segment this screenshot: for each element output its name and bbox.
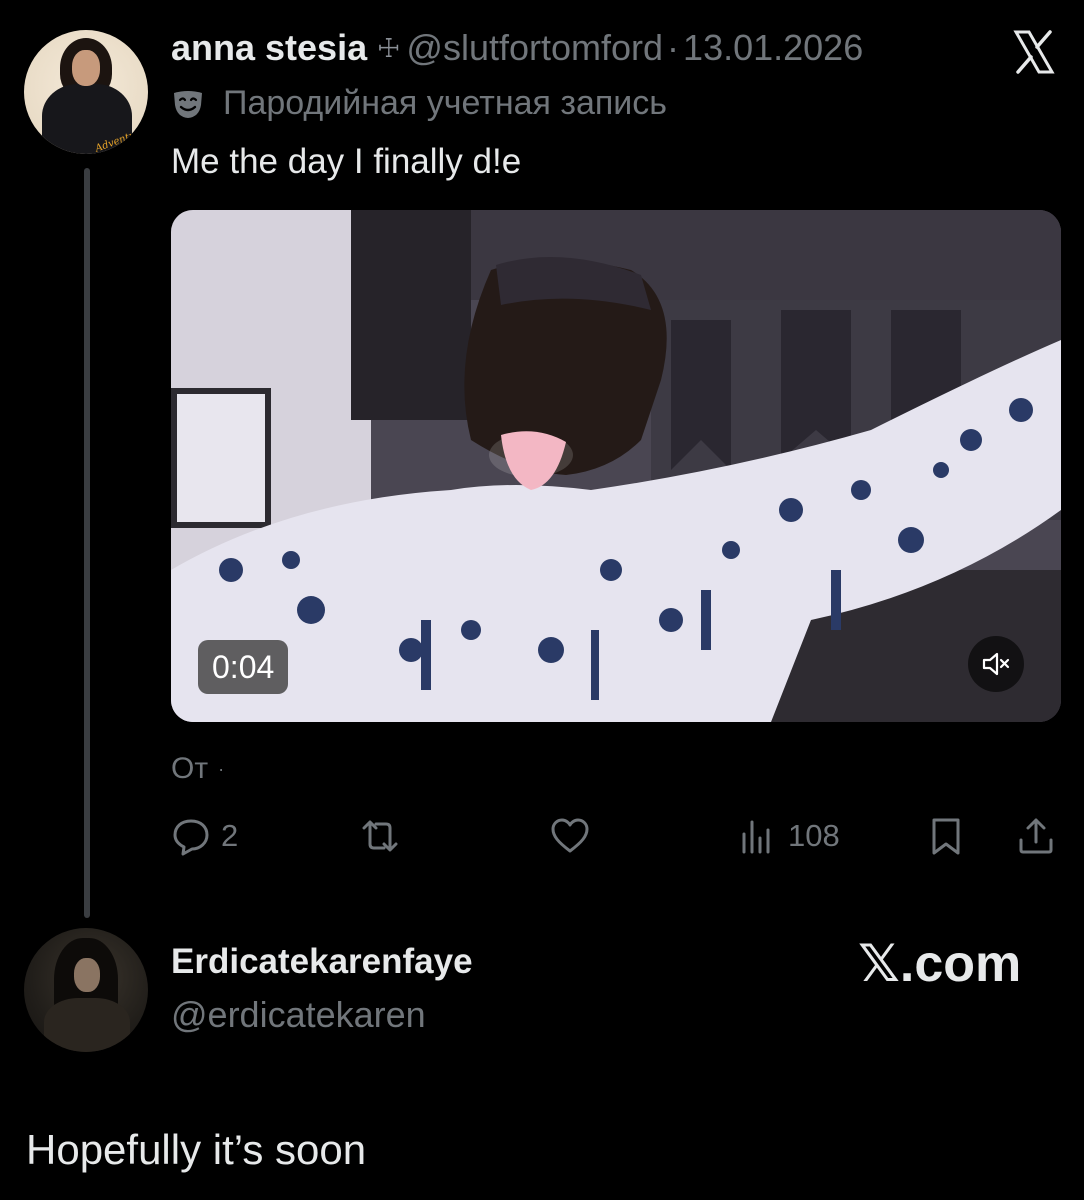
tweet-date[interactable]: 13.01.2026 (683, 27, 863, 69)
like-button[interactable] (550, 812, 600, 860)
video-frame (171, 210, 1061, 722)
reply-text: Hopefully it’s soon (26, 1126, 367, 1173)
author-avatar[interactable]: Adventures (24, 30, 148, 154)
reply-user-avatar[interactable] (24, 928, 148, 1052)
parody-label[interactable]: Пародийная учетная запись (171, 84, 667, 123)
thread-line (84, 168, 90, 918)
author-handle[interactable]: @slutfortomford (406, 27, 663, 69)
parody-label-text: Пародийная учетная запись (223, 84, 668, 122)
avatar-coat (44, 998, 130, 1052)
mute-icon (982, 652, 1010, 676)
tweet-source[interactable]: От · (171, 752, 224, 786)
reply-icon (173, 819, 209, 856)
views-count: 108 (788, 818, 840, 853)
bookmark-icon (932, 818, 960, 855)
retweet-icon (362, 820, 398, 852)
mask-icon (174, 90, 202, 118)
header-separator: · (667, 27, 680, 68)
x-com-watermark: 𝕏.com (858, 935, 1022, 993)
heart-icon (551, 818, 589, 853)
share-button[interactable] (1016, 812, 1056, 860)
name-cross-glyph: ☩ (377, 32, 401, 63)
share-icon (1019, 818, 1053, 854)
reply-user-handle[interactable]: @erdicatekaren (171, 994, 426, 1036)
views-icon (742, 820, 770, 854)
bookmark-button[interactable] (926, 812, 966, 860)
author-display-name[interactable]: anna stesia (171, 27, 367, 69)
video-timer: 0:04 (198, 640, 289, 694)
source-label: От (171, 752, 209, 785)
reply-button[interactable]: 2 (171, 812, 238, 860)
tweet-video[interactable] (171, 210, 1061, 722)
tweet-text: Me the day I finally d!e (171, 142, 522, 181)
source-dot: · (218, 758, 225, 779)
reply-user-display-name[interactable]: Erdicatekarenfaye (171, 942, 473, 982)
tweet-header: anna stesia ☩ @slutfortomford · 13.01.20… (171, 26, 863, 70)
mute-button[interactable] (968, 636, 1024, 692)
reply-count: 2 (221, 818, 239, 853)
avatar-face (72, 50, 100, 86)
views-button[interactable]: 108 (738, 812, 840, 860)
x-logo-icon[interactable] (1010, 28, 1058, 76)
retweet-button[interactable] (360, 812, 410, 860)
avatar-face (74, 958, 100, 992)
